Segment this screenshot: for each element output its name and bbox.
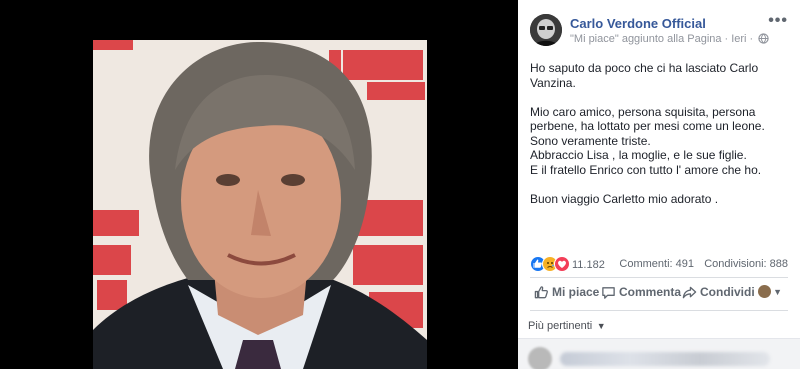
avatar [758,285,772,298]
page-avatar[interactable] [530,14,562,46]
share-icon [682,286,697,299]
post-paragraph: E il fratello Enrico con tutto l' amore … [530,162,762,177]
comment-icon [602,287,615,299]
separator-dot: · [749,33,754,45]
reactions-count[interactable]: 11.182 [572,259,605,271]
chevron-down-icon: ▼ [594,321,606,331]
divider [530,277,788,278]
post-paragraph: Buon viaggio Carletto mio adorato . [530,191,719,206]
more-icon[interactable]: ••• [768,13,788,29]
separator-dot: · [724,33,729,45]
post-header: Carlo Verdone Official "Mi piace" aggiun… [530,13,792,48]
comments-count[interactable]: Commenti: 491 [619,258,694,270]
post-paragraph: Ho saputo da poco che ci ha lasciato Car… [530,61,759,90]
like-icon [534,286,548,299]
comments-filter-label: Più pertinenti [528,320,593,332]
post-stats: 11.182 Commenti: 491 Condivisioni: 888 [530,255,788,273]
post-subtitle: "Mi piace" aggiunto alla Pagina · Ieri · [570,33,769,47]
comment-button[interactable]: Commenta [601,285,681,300]
share-button[interactable]: Condividi [682,285,755,300]
comments-filter-dropdown[interactable]: Più pertinenti ▼ [528,320,606,332]
post-paragraph: Abbraccio Lisa , la moglie, e le sue fig… [530,148,747,162]
post-actions: Mi piace Commenta Condividi ▼ [530,282,788,306]
post-photo[interactable] [93,40,427,369]
reaction-audience-selector[interactable]: ▼ [758,284,782,298]
page-name-link[interactable]: Carlo Verdone Official [570,16,706,31]
subtitle-action: "Mi piace" aggiunto alla Pagina [570,33,722,45]
photo-illustration [93,40,427,369]
post-message: Ho saputo da poco che ci ha lasciato Car… [530,61,792,221]
like-label: Mi piace [552,285,600,299]
comment-label: Commenta [619,285,682,299]
photo-viewer [0,0,518,369]
divider [530,310,788,311]
comment-preview[interactable] [518,338,800,369]
post-paragraph: Mio caro amico, persona squisita, person… [530,104,765,148]
chevron-down-icon: ▼ [773,287,782,297]
post-side-panel: Carlo Verdone Official "Mi piace" aggiun… [518,0,800,369]
shares-count[interactable]: Condivisioni: 888 [704,258,788,270]
globe-icon[interactable] [758,33,769,47]
blurred-comment-text [560,352,770,366]
post-timestamp[interactable]: Ieri [731,33,746,45]
love-reaction-icon [554,256,570,272]
like-button[interactable]: Mi piace [534,285,599,300]
avatar [528,347,552,369]
share-label: Condividi [700,285,755,299]
